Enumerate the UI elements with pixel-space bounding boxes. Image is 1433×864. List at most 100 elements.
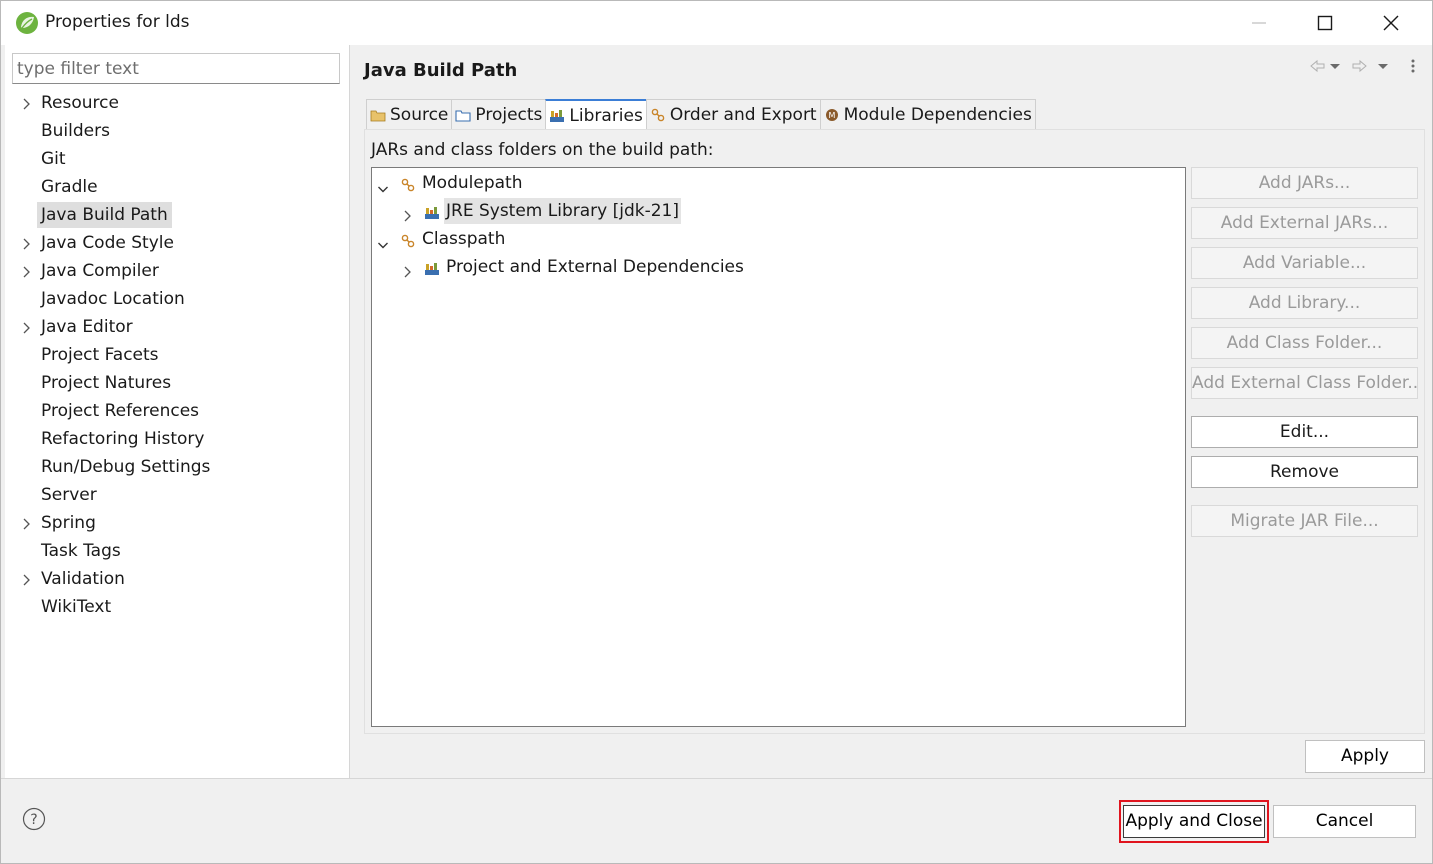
nav-item-label: Server (41, 485, 97, 505)
nav-item-label: Git (41, 149, 66, 169)
chevron-right-icon[interactable] (401, 209, 415, 223)
nav-item-project-references[interactable]: Project References (5, 398, 350, 426)
nav-item-wikitext[interactable]: WikiText (5, 594, 350, 622)
tree-node-label: Modulepath (422, 173, 523, 193)
path-icon (400, 231, 416, 248)
nav-item-server[interactable]: Server (5, 482, 350, 510)
nav-item-javadoc-location[interactable]: Javadoc Location (5, 286, 350, 314)
nav-item-label: Refactoring History (41, 429, 205, 449)
nav-item-label: Java Build Path (37, 202, 172, 228)
libraries-tab-body: JARs and class folders on the build path… (364, 129, 1425, 734)
apply-and-close-button[interactable]: Apply and Close (1123, 805, 1265, 838)
tree-node-label: Project and External Dependencies (446, 257, 744, 277)
tree-node-label: Classpath (422, 229, 506, 249)
nav-item-label: Project Natures (41, 373, 172, 393)
chevron-down-icon[interactable] (377, 239, 389, 251)
nav-item-label: Java Compiler (41, 261, 159, 281)
back-icon[interactable] (1310, 59, 1325, 73)
maximize-icon (1317, 15, 1333, 31)
nav-item-label: Validation (41, 569, 125, 589)
chevron-right-icon[interactable] (401, 265, 415, 279)
tree-node-project-and-external-dependencies[interactable]: Project and External Dependencies (372, 254, 1172, 280)
close-button[interactable] (1358, 1, 1424, 45)
nav-item-run-debug-settings[interactable]: Run/Debug Settings (5, 454, 350, 482)
window-title: Properties for lds (45, 12, 190, 32)
tree-node-label: JRE System Library [jdk-21] (444, 198, 682, 224)
apply-button[interactable]: Apply (1305, 740, 1425, 773)
nav-item-java-editor[interactable]: Java Editor (5, 314, 350, 342)
properties-dialog: Properties for lds Resource Builders Git Gr… (0, 0, 1433, 864)
nav-item-java-build-path[interactable]: Java Build Path (5, 202, 350, 230)
nav-item-java-compiler[interactable]: Java Compiler (5, 258, 350, 286)
tab-projects[interactable]: Projects (451, 99, 547, 130)
remove-button[interactable]: Remove (1191, 456, 1418, 488)
path-icon (400, 175, 416, 192)
nav-item-builders[interactable]: Builders (5, 118, 350, 146)
add-external-jars-button[interactable]: Add External JARs... (1191, 207, 1418, 239)
tree-node-modulepath[interactable]: Modulepath (372, 170, 1172, 196)
library-icon (424, 259, 440, 275)
add-external-class-folder-button[interactable]: Add External Class Folder... (1191, 367, 1418, 399)
view-menu-icon[interactable] (1411, 59, 1415, 73)
tab-label: Source (390, 105, 449, 125)
nav-item-project-natures[interactable]: Project Natures (5, 370, 350, 398)
chevron-right-icon[interactable] (20, 237, 34, 251)
right-panel: Java Build Path Source Projects Libraries O… (351, 45, 1432, 778)
nav-item-refactoring-history[interactable]: Refactoring History (5, 426, 350, 454)
nav-item-spring[interactable]: Spring (5, 510, 350, 538)
nav-item-label: Project References (41, 401, 200, 421)
forward-icon[interactable] (1352, 59, 1367, 73)
nav-item-task-tags[interactable]: Task Tags (5, 538, 350, 566)
nav-item-label: WikiText (41, 597, 112, 617)
chevron-right-icon[interactable] (20, 97, 34, 111)
nav-item-label: Java Editor (41, 317, 133, 337)
edit-button[interactable]: Edit... (1191, 416, 1418, 448)
cancel-button[interactable]: Cancel (1273, 805, 1416, 838)
add-class-folder-button[interactable]: Add Class Folder... (1191, 327, 1418, 359)
nav-item-project-facets[interactable]: Project Facets (5, 342, 350, 370)
minimize-icon (1252, 22, 1266, 24)
nav-item-java-code-style[interactable]: Java Code Style (5, 230, 350, 258)
module-icon: M (824, 107, 840, 123)
migrate-jar-file-button[interactable]: Migrate JAR File... (1191, 505, 1418, 537)
nav-item-validation[interactable]: Validation (5, 566, 350, 594)
nav-item-git[interactable]: Git (5, 146, 350, 174)
filter-input[interactable] (12, 53, 340, 84)
chevron-right-icon[interactable] (20, 517, 34, 531)
tab-source[interactable]: Source (366, 99, 453, 130)
tab-order-and-export[interactable]: Order and Export (645, 99, 821, 130)
library-icon (549, 108, 565, 124)
tab-label: Libraries (569, 105, 643, 126)
build-path-tree[interactable]: Modulepath JRE System Library [jdk-21] Cla… (371, 167, 1186, 727)
back-dropdown-icon[interactable] (1330, 64, 1340, 69)
add-jars-button[interactable]: Add JARs... (1191, 167, 1418, 199)
source-folder-icon (370, 107, 386, 123)
minimize-button[interactable] (1226, 1, 1292, 45)
svg-text:M: M (828, 111, 835, 120)
tab-label: Projects (475, 105, 543, 125)
chevron-right-icon[interactable] (20, 573, 34, 587)
chevron-right-icon[interactable] (20, 265, 34, 279)
libraries-description: JARs and class folders on the build path… (371, 140, 714, 160)
tree-node-jre-system-library-jdk-21[interactable]: JRE System Library [jdk-21] (372, 198, 1172, 224)
tree-node-classpath[interactable]: Classpath (372, 226, 1172, 252)
nav-item-label: Resource (41, 93, 119, 113)
tab-label: Order and Export (669, 105, 817, 125)
tab-module-dependencies[interactable]: M Module Dependencies (819, 99, 1036, 130)
add-library-button[interactable]: Add Library... (1191, 287, 1418, 319)
chevron-down-icon[interactable] (377, 183, 389, 195)
maximize-button[interactable] (1292, 1, 1358, 45)
nav-item-gradle[interactable]: Gradle (5, 174, 350, 202)
add-variable-button[interactable]: Add Variable... (1191, 247, 1418, 279)
close-icon (1383, 15, 1399, 31)
tab-libraries[interactable]: Libraries (545, 99, 647, 130)
nav-item-resource[interactable]: Resource (5, 90, 350, 118)
nav-item-label: Gradle (41, 177, 98, 197)
chevron-right-icon[interactable] (20, 321, 34, 335)
nav-item-label: Javadoc Location (41, 289, 185, 309)
nav-item-label: Run/Debug Settings (41, 457, 211, 477)
spring-leaf-icon (16, 12, 38, 34)
order-export-icon (650, 107, 666, 123)
forward-dropdown-icon[interactable] (1378, 64, 1388, 69)
help-icon[interactable]: ? (22, 807, 46, 831)
